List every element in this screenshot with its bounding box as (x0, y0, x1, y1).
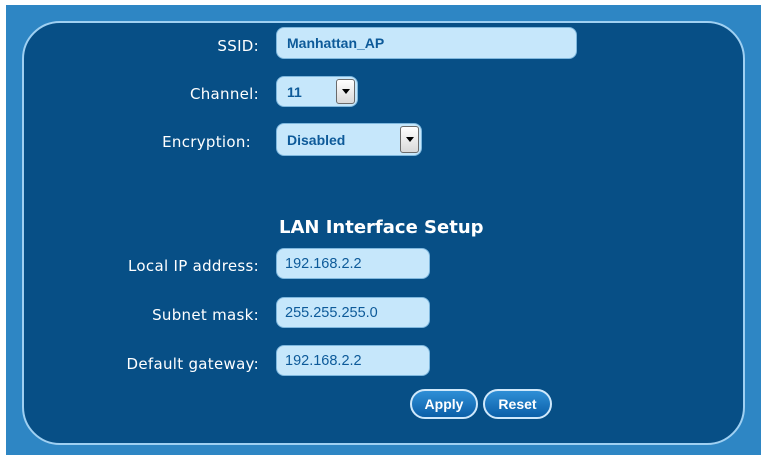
encryption-select[interactable]: Disabled (276, 123, 422, 156)
subnet-mask-input[interactable]: 255.255.255.0 (276, 297, 430, 328)
encryption-label: Encryption: (162, 133, 251, 151)
reset-button[interactable]: Reset (483, 389, 552, 419)
local-ip-input[interactable]: 192.168.2.2 (276, 248, 430, 279)
chevron-down-icon[interactable] (400, 126, 419, 153)
default-gateway-input[interactable]: 192.168.2.2 (276, 345, 430, 376)
channel-value: 11 (287, 83, 302, 100)
local-ip-label: Local IP address: (128, 257, 259, 275)
apply-button[interactable]: Apply (410, 389, 478, 419)
ssid-label: SSID: (217, 37, 259, 55)
default-gateway-label: Default gateway: (126, 355, 259, 373)
ssid-input[interactable]: Manhattan_AP (276, 27, 577, 59)
lan-section-title: LAN Interface Setup (279, 217, 484, 238)
subnet-mask-label: Subnet mask: (152, 306, 259, 324)
channel-label: Channel: (189, 85, 259, 103)
chevron-down-icon[interactable] (336, 79, 355, 104)
channel-select[interactable]: 11 (276, 76, 358, 107)
encryption-value: Disabled (287, 131, 346, 148)
